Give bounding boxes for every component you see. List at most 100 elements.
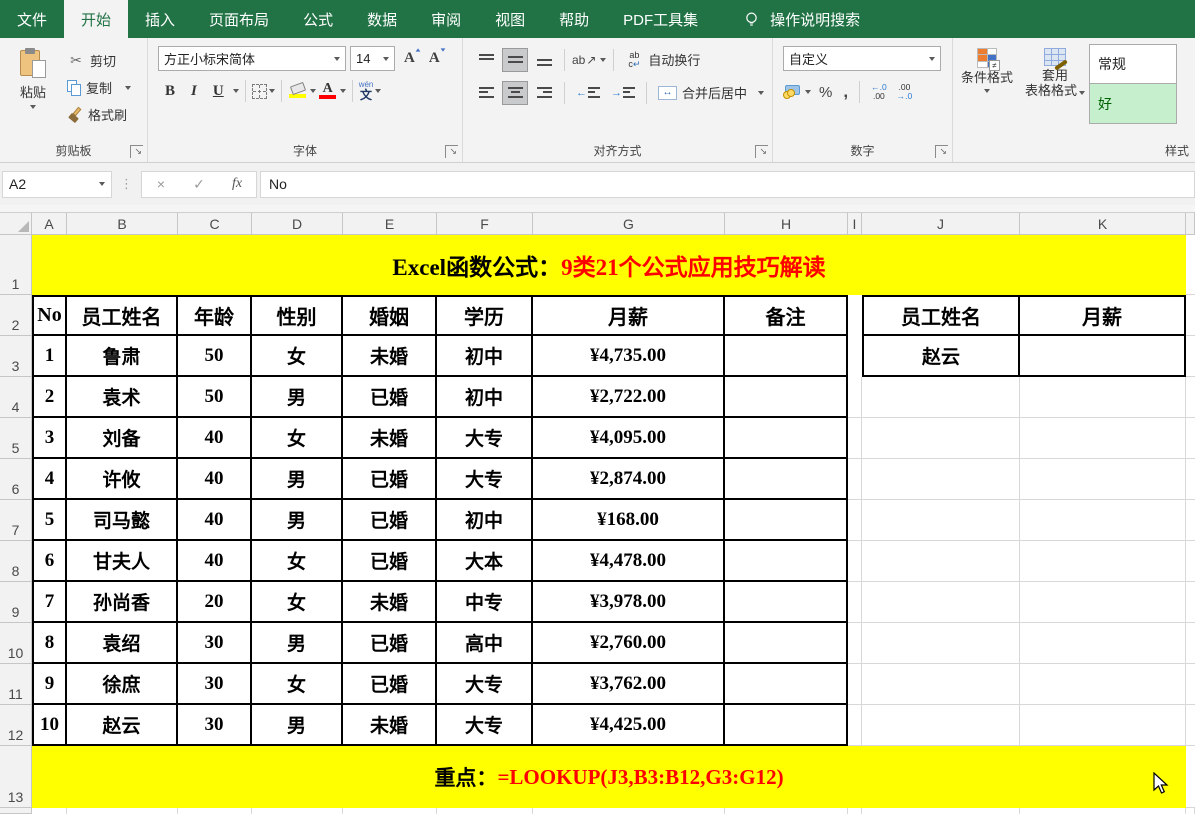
empty-cell[interactable] xyxy=(848,541,862,582)
table-cell[interactable]: 大专 xyxy=(437,459,533,500)
empty-cell[interactable] xyxy=(1020,459,1186,500)
empty-cell[interactable] xyxy=(1186,377,1195,418)
borders-dropdown[interactable] xyxy=(269,89,275,93)
table-cell[interactable]: 2 xyxy=(32,377,67,418)
empty-cell[interactable] xyxy=(1186,746,1195,808)
table-cell[interactable]: ¥168.00 xyxy=(533,500,725,541)
fill-color-dropdown[interactable] xyxy=(310,89,316,93)
empty-cell[interactable] xyxy=(862,664,1020,705)
footer-banner-cell[interactable]: 重点：=LOOKUP(J3,B3:B12,G3:G12) xyxy=(32,746,1186,808)
phonetic-dropdown[interactable] xyxy=(375,89,381,93)
row-header-7[interactable]: 7 xyxy=(0,500,32,541)
lookup-cell[interactable]: 赵云 xyxy=(862,336,1020,377)
table-cell[interactable] xyxy=(725,418,848,459)
number-format-combo[interactable]: 自定义 xyxy=(783,46,941,71)
select-all-corner[interactable] xyxy=(0,213,32,235)
table-cell[interactable]: ¥4,478.00 xyxy=(533,541,725,582)
table-cell[interactable] xyxy=(725,623,848,664)
empty-cell[interactable] xyxy=(848,418,862,459)
table-header-cell[interactable]: 性别 xyxy=(252,295,343,336)
empty-cell[interactable] xyxy=(1186,235,1195,295)
borders-icon[interactable] xyxy=(252,84,267,99)
table-cell[interactable]: ¥2,874.00 xyxy=(533,459,725,500)
column-header-H[interactable]: H xyxy=(725,213,848,235)
table-cell[interactable]: 男 xyxy=(252,623,343,664)
table-cell[interactable]: 女 xyxy=(252,582,343,623)
copy-button[interactable]: 复制 xyxy=(64,75,134,100)
empty-cell[interactable] xyxy=(1186,705,1195,746)
empty-cell[interactable] xyxy=(862,623,1020,664)
insert-function-button[interactable]: fx xyxy=(218,176,256,192)
table-cell[interactable]: 40 xyxy=(178,500,252,541)
row-header-8[interactable]: 8 xyxy=(0,541,32,582)
lookup-header-cell[interactable]: 员工姓名 xyxy=(862,295,1020,336)
table-cell[interactable]: 女 xyxy=(252,418,343,459)
table-header-cell[interactable]: 员工姓名 xyxy=(67,295,178,336)
ribbon-tab-4[interactable]: 页面布局 xyxy=(192,0,286,38)
enter-button[interactable]: ✓ xyxy=(180,176,218,193)
empty-cell[interactable] xyxy=(848,664,862,705)
paste-button[interactable]: 粘贴 xyxy=(10,42,56,128)
align-bottom-button[interactable] xyxy=(531,48,557,72)
table-cell[interactable]: 未婚 xyxy=(343,336,437,377)
decrease-indent-button[interactable]: ← xyxy=(572,85,604,101)
empty-cell[interactable] xyxy=(862,541,1020,582)
cell-style-good[interactable]: 好 xyxy=(1089,84,1177,124)
table-cell[interactable]: 已婚 xyxy=(343,377,437,418)
font-size-combo[interactable]: 14 xyxy=(350,46,395,71)
align-middle-button[interactable] xyxy=(502,48,528,72)
column-header-F[interactable]: F xyxy=(437,213,533,235)
table-cell[interactable]: 徐庶 xyxy=(67,664,178,705)
underline-dropdown[interactable] xyxy=(233,89,239,93)
table-cell[interactable] xyxy=(725,500,848,541)
format-painter-button[interactable]: 格式刷 xyxy=(64,102,134,127)
table-cell[interactable]: ¥4,735.00 xyxy=(533,336,725,377)
phonetic-guide-button[interactable]: wén 文 xyxy=(359,81,374,101)
align-left-button[interactable] xyxy=(473,81,499,105)
table-header-cell[interactable]: 婚姻 xyxy=(343,295,437,336)
orientation-button[interactable]: ab ↗ xyxy=(572,53,606,67)
row-header-10[interactable]: 10 xyxy=(0,623,32,664)
empty-cell[interactable] xyxy=(1186,582,1195,623)
table-header-cell[interactable]: 年龄 xyxy=(178,295,252,336)
table-cell[interactable] xyxy=(725,377,848,418)
table-cell[interactable]: 未婚 xyxy=(343,582,437,623)
italic-button[interactable]: I xyxy=(184,81,204,102)
ribbon-tab-10[interactable]: PDF工具集 xyxy=(606,0,715,38)
table-cell[interactable] xyxy=(725,664,848,705)
table-cell[interactable]: 大专 xyxy=(437,664,533,705)
table-cell[interactable]: 鲁肃 xyxy=(67,336,178,377)
empty-cell[interactable] xyxy=(862,459,1020,500)
cell-style-normal[interactable]: 常规 xyxy=(1089,44,1177,84)
ribbon-tab-8[interactable]: 视图 xyxy=(478,0,542,38)
formula-input[interactable]: No xyxy=(260,171,1195,198)
empty-cell[interactable] xyxy=(848,582,862,623)
ribbon-tab-5[interactable]: 公式 xyxy=(286,0,350,38)
fill-color-button[interactable] xyxy=(288,84,308,98)
table-cell[interactable]: 男 xyxy=(252,377,343,418)
row-header-11[interactable]: 11 xyxy=(0,664,32,705)
table-cell[interactable]: 未婚 xyxy=(343,418,437,459)
table-cell[interactable]: 未婚 xyxy=(343,705,437,746)
table-cell[interactable]: 已婚 xyxy=(343,623,437,664)
column-header-G[interactable]: G xyxy=(533,213,725,235)
empty-cell[interactable] xyxy=(1020,664,1186,705)
table-cell[interactable]: 50 xyxy=(178,377,252,418)
column-header-I[interactable]: I xyxy=(848,213,862,235)
percent-style-button[interactable]: % xyxy=(815,84,836,101)
table-cell[interactable]: 50 xyxy=(178,336,252,377)
table-cell[interactable]: 30 xyxy=(178,664,252,705)
decrease-decimal-button[interactable]: .00→.0 xyxy=(894,83,916,102)
row-header-9[interactable]: 9 xyxy=(0,582,32,623)
table-header-cell[interactable]: No xyxy=(32,295,67,336)
empty-cell[interactable] xyxy=(848,623,862,664)
table-cell[interactable]: ¥4,095.00 xyxy=(533,418,725,459)
table-cell[interactable]: 40 xyxy=(178,541,252,582)
accounting-format-dropdown[interactable] xyxy=(805,90,811,94)
table-cell[interactable]: ¥2,760.00 xyxy=(533,623,725,664)
table-cell[interactable]: 10 xyxy=(32,705,67,746)
row-header-1[interactable]: 1 xyxy=(0,235,32,295)
ribbon-tab-7[interactable]: 审阅 xyxy=(414,0,478,38)
empty-cell[interactable] xyxy=(862,418,1020,459)
column-header-partial[interactable] xyxy=(1186,213,1195,235)
